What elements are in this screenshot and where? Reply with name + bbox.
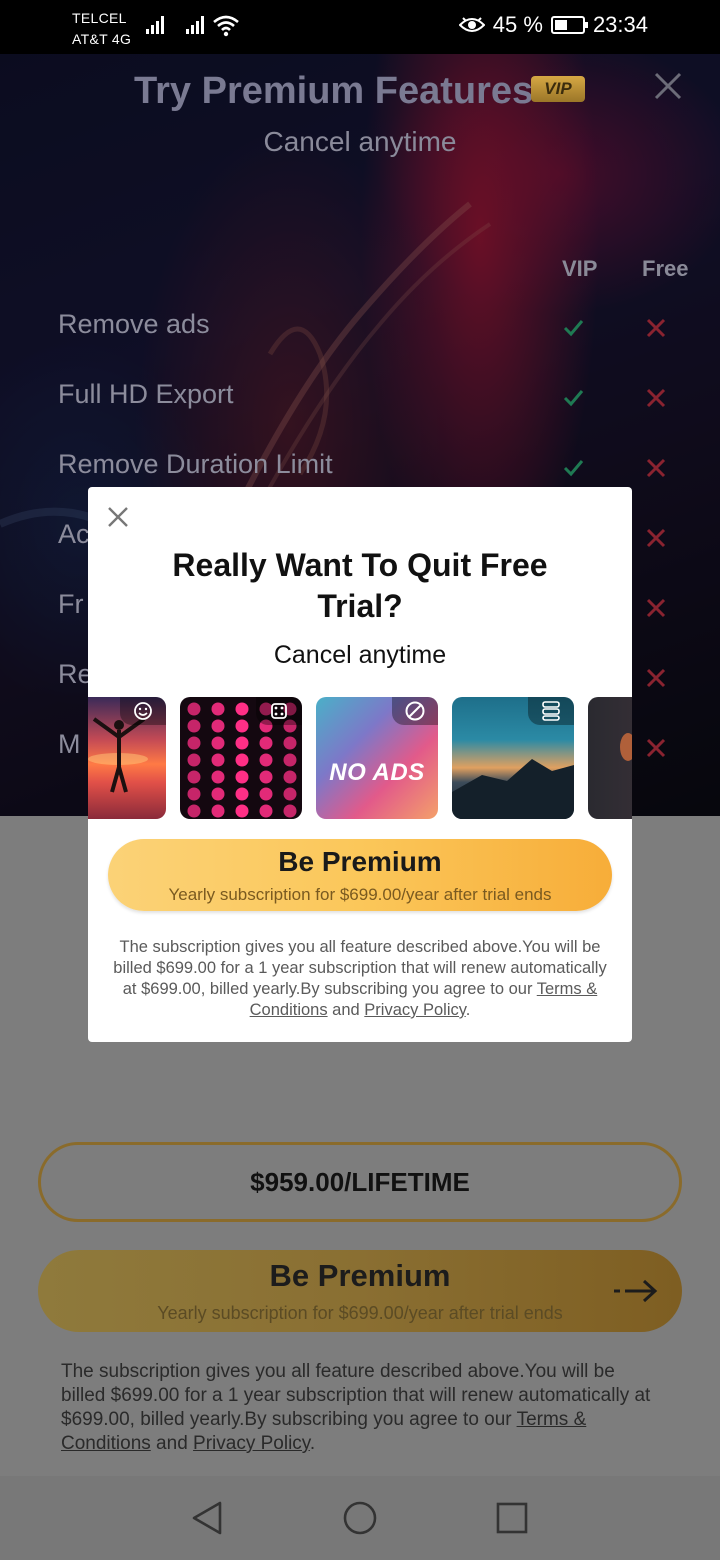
close-icon[interactable] [106, 505, 130, 529]
feature-label: Ac [58, 519, 90, 549]
wifi-icon [213, 15, 239, 37]
be-premium-button[interactable]: Be Premium Yearly subscription for $699.… [38, 1250, 682, 1332]
cross-icon [646, 738, 666, 758]
home-icon[interactable] [340, 1498, 380, 1538]
signal-icon [186, 16, 204, 34]
carrier-info: TELCEL AT&T 4G [72, 8, 131, 50]
quit-trial-dialog: Really Want To Quit Free Trial? Cancel a… [88, 487, 632, 1042]
thumb-no-ads[interactable]: NO ADS [316, 697, 438, 819]
dialog-subtitle: Cancel anytime [273, 641, 447, 669]
thumb-mountain-sky[interactable] [452, 697, 574, 819]
column-header-free: Free [642, 256, 689, 281]
feature-label: Fr [58, 589, 84, 619]
dialog-title: Really Want To Quit Free Trial? [172, 547, 548, 624]
status-right: 45 % 23:34 [458, 12, 648, 38]
recents-icon[interactable] [492, 1498, 532, 1538]
privacy-link[interactable]: Privacy Policy [364, 1001, 465, 1019]
lifetime-plan-button[interactable]: $959.00/LIFETIME [38, 1142, 682, 1222]
signal-icon [146, 16, 164, 34]
carrier-name: TELCEL [72, 10, 127, 26]
cross-icon [646, 388, 666, 408]
cross-icon [646, 318, 666, 338]
legal-and: and [327, 1001, 365, 1019]
block-icon [392, 697, 438, 725]
dice-icon [256, 697, 302, 725]
be-premium-label: Be Premium [269, 1258, 451, 1293]
legal-end: . [309, 1433, 316, 1454]
cross-icon [646, 528, 666, 548]
be-premium-button[interactable]: Be Premium Yearly subscription for $699.… [108, 839, 612, 911]
column-header-vip: VIP [562, 256, 598, 281]
be-premium-sublabel: Yearly subscription for $699.00/year aft… [157, 1303, 563, 1323]
cross-icon [646, 598, 666, 618]
battery-icon [550, 16, 588, 34]
navigation-bar [0, 1476, 720, 1560]
close-icon[interactable] [652, 70, 684, 102]
legal-and: and [150, 1433, 194, 1454]
eye-comfort-icon [458, 17, 485, 32]
legal-end: . [465, 1001, 471, 1019]
be-premium-sublabel: Yearly subscription for $699.00/year aft… [168, 885, 552, 904]
thumb-pink-dots[interactable] [180, 697, 302, 819]
page-subtitle: Cancel anytime [263, 126, 457, 157]
check-icon [563, 460, 584, 477]
no-ads-label: NO ADS [329, 759, 425, 786]
thumb-partial-photo[interactable] [588, 697, 632, 819]
cross-icon [646, 668, 666, 688]
page-title: Try Premium Features [134, 70, 534, 112]
feature-label: Full HD Export [58, 379, 234, 409]
be-premium-label: Be Premium [278, 846, 442, 877]
smiley-icon [120, 697, 166, 725]
vip-badge: VIP [531, 76, 585, 102]
feature-label: Remove Duration Limit [58, 449, 333, 479]
thumb-sunset-person[interactable] [88, 697, 166, 819]
carrier-network: AT&T 4G [72, 31, 132, 47]
feature-label: M [58, 729, 81, 759]
check-icon [563, 390, 584, 407]
back-icon[interactable] [188, 1498, 228, 1538]
dialog-legal-text: The subscription gives you all feature d… [106, 937, 614, 1021]
legal-body: The subscription gives you all feature d… [113, 938, 607, 998]
privacy-link[interactable]: Privacy Policy [193, 1433, 310, 1454]
clock: 23:34 [592, 12, 648, 37]
status-bar: TELCEL AT&T 4G 45 % 23:34 [0, 0, 720, 54]
feature-carousel[interactable]: NO ADS [88, 697, 632, 819]
layers-icon [528, 697, 574, 725]
legal-text: The subscription gives you all feature d… [61, 1360, 661, 1456]
feature-label: Remove ads [58, 309, 210, 339]
cross-icon [646, 458, 666, 478]
portrait-image [620, 733, 632, 761]
battery-percent: 45 % [492, 12, 543, 37]
arrow-right-icon [614, 1279, 658, 1303]
check-icon [563, 320, 584, 337]
